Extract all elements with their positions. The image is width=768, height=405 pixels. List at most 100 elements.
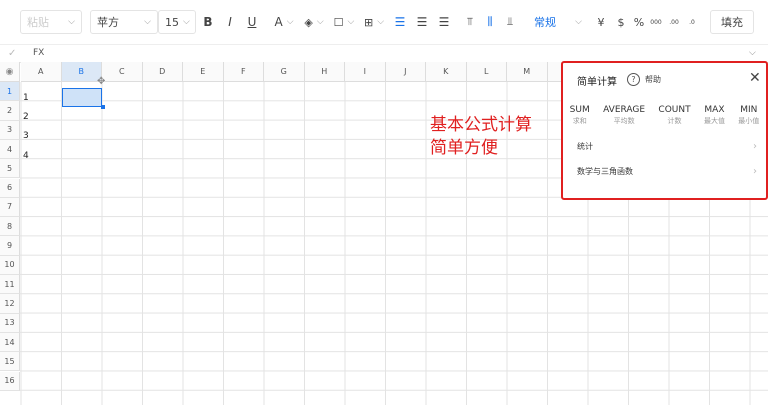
func-desc: 最大值	[703, 117, 725, 125]
section-math-trig[interactable]: 数学与三角函数 ›	[577, 166, 757, 177]
selected-cell-b1[interactable]	[62, 88, 102, 107]
number-format-select[interactable]: 常规 ⌵	[528, 10, 588, 34]
row-header-1[interactable]: 1	[0, 82, 20, 102]
chevron-down-icon: ⌵	[347, 17, 355, 27]
row-header-2[interactable]: 2	[0, 101, 20, 121]
valign-bottom-button[interactable]: ⫫	[502, 10, 518, 34]
func-count-button[interactable]: COUNT 计数	[658, 105, 690, 126]
chevron-down-icon: ⌵	[377, 17, 385, 27]
chevron-down-icon: ⌵	[68, 17, 75, 27]
column-header-l[interactable]: L	[466, 62, 507, 82]
increase-decimal-button[interactable]: .00	[666, 10, 682, 34]
func-desc: 平均数	[613, 117, 635, 125]
row-header-15[interactable]: 15	[0, 352, 20, 372]
row-header-5[interactable]: 5	[0, 159, 20, 179]
fx-label: FX	[33, 48, 45, 58]
help-link[interactable]: 帮助	[645, 74, 661, 85]
close-icon[interactable]: ✕	[749, 70, 761, 86]
valign-top-icon: ⫪	[466, 15, 474, 28]
chevron-down-icon: ⌵	[144, 17, 151, 27]
underline-button[interactable]: U	[244, 10, 260, 34]
font-size-select[interactable]: 15 ⌵	[158, 10, 196, 34]
eye-icon[interactable]: ◉	[0, 62, 20, 82]
row-header-10[interactable]: 10	[0, 255, 20, 275]
column-header-d[interactable]: D	[142, 62, 183, 82]
column-header-g[interactable]: G	[264, 62, 305, 82]
check-icon[interactable]: ✓	[8, 48, 16, 59]
func-name: MIN	[740, 105, 758, 115]
row-header-8[interactable]: 8	[0, 217, 20, 237]
fill-color-button[interactable]: ◈ ⌵	[302, 10, 326, 34]
chevron-down-icon: ⌵	[183, 17, 190, 27]
border-button[interactable]: ☐ ⌵	[332, 10, 356, 34]
percent-button[interactable]: %	[632, 10, 646, 34]
cell-a2[interactable]: 2	[23, 112, 29, 122]
func-desc: 最小值	[738, 117, 760, 125]
paste-label: 粘贴	[27, 16, 49, 29]
align-right-button[interactable]: ☰	[436, 10, 452, 34]
fill-handle[interactable]	[101, 105, 105, 109]
annotation-text: 基本公式计算 简单方便	[430, 114, 532, 160]
valign-middle-icon: ⫼	[487, 15, 493, 28]
cell-a4[interactable]: 4	[23, 151, 29, 161]
column-header-i[interactable]: I	[345, 62, 386, 82]
align-right-icon: ☰	[438, 15, 450, 29]
row-header-9[interactable]: 9	[0, 236, 20, 256]
column-header-a[interactable]: A	[21, 62, 62, 82]
toolbar: 粘贴 ⌵ 苹方 ⌵ 15 ⌵ B I U A ⌵ ◈ ⌵ ☐ ⌵ ⊞ ⌵ ☰ ☰ ☰ ⫪…	[0, 0, 768, 45]
font-color-icon: A	[274, 15, 283, 29]
move-cursor-icon: ✥	[97, 76, 106, 87]
row-header-7[interactable]: 7	[0, 197, 20, 218]
row-header-12[interactable]: 12	[0, 294, 20, 314]
func-average-button[interactable]: AVERAGE 平均数	[603, 105, 645, 126]
column-header-h[interactable]: H	[304, 62, 345, 82]
italic-button[interactable]: I	[222, 10, 238, 34]
func-sum-button[interactable]: SUM 求和	[570, 105, 590, 126]
section-label: 数学与三角函数	[577, 167, 633, 176]
border-icon: ☐	[333, 15, 344, 29]
row-header-3[interactable]: 3	[0, 120, 20, 140]
column-header-c[interactable]: C	[102, 62, 143, 82]
row-header-16[interactable]: 16	[0, 371, 20, 391]
row-header-11[interactable]: 11	[0, 275, 20, 295]
row-header-13[interactable]: 13	[0, 313, 20, 333]
currency-yen-button[interactable]: ¥	[594, 10, 608, 34]
cell-a1[interactable]: 1	[23, 93, 29, 103]
align-center-button[interactable]: ☰	[414, 10, 430, 34]
chevron-down-icon[interactable]: ⌵	[749, 48, 756, 58]
column-header-f[interactable]: F	[223, 62, 264, 82]
row-header-4[interactable]: 4	[0, 139, 20, 160]
column-header-m[interactable]: M	[507, 62, 548, 82]
column-header-e[interactable]: E	[183, 62, 224, 82]
currency-dollar-button[interactable]: $	[614, 10, 628, 34]
func-name: AVERAGE	[603, 105, 646, 115]
merge-cells-icon: ⊞	[363, 15, 374, 29]
valign-middle-button[interactable]: ⫼	[482, 10, 498, 34]
function-list: SUM 求和 AVERAGE 平均数 COUNT 计数 MAX 最大值 MIN …	[563, 105, 766, 126]
section-label: 统计	[577, 142, 593, 151]
thousands-button[interactable]: 000	[648, 10, 664, 34]
func-desc: 计数	[667, 117, 682, 125]
bold-button[interactable]: B	[200, 10, 216, 34]
column-header-b[interactable]: B	[61, 62, 102, 82]
align-left-button[interactable]: ☰	[392, 10, 408, 34]
column-header-j[interactable]: J	[385, 62, 426, 82]
cell-a3[interactable]: 3	[23, 131, 29, 141]
func-min-button[interactable]: MIN 最小值	[738, 105, 759, 126]
section-statistics[interactable]: 统计 ›	[577, 141, 757, 152]
font-family-select[interactable]: 苹方 ⌵	[90, 10, 158, 34]
column-header-k[interactable]: K	[426, 62, 467, 82]
help-icon[interactable]: ?	[627, 73, 640, 86]
font-color-button[interactable]: A ⌵	[272, 10, 296, 34]
paste-button[interactable]: 粘贴 ⌵	[20, 10, 82, 34]
row-header-14[interactable]: 14	[0, 332, 20, 353]
valign-top-button[interactable]: ⫪	[462, 10, 478, 34]
decrease-decimal-button[interactable]: .0	[684, 10, 700, 34]
row-header-6[interactable]: 6	[0, 178, 20, 198]
fill-button[interactable]: 填充	[710, 10, 754, 34]
simple-calc-panel: 简单计算 ? 帮助 ✕ SUM 求和 AVERAGE 平均数 COUNT 计数 …	[561, 61, 768, 200]
func-max-button[interactable]: MAX 最大值	[704, 105, 725, 126]
annotation-line-2: 简单方便	[430, 138, 498, 158]
merge-button[interactable]: ⊞ ⌵	[362, 10, 386, 34]
func-name: MAX	[704, 105, 725, 115]
